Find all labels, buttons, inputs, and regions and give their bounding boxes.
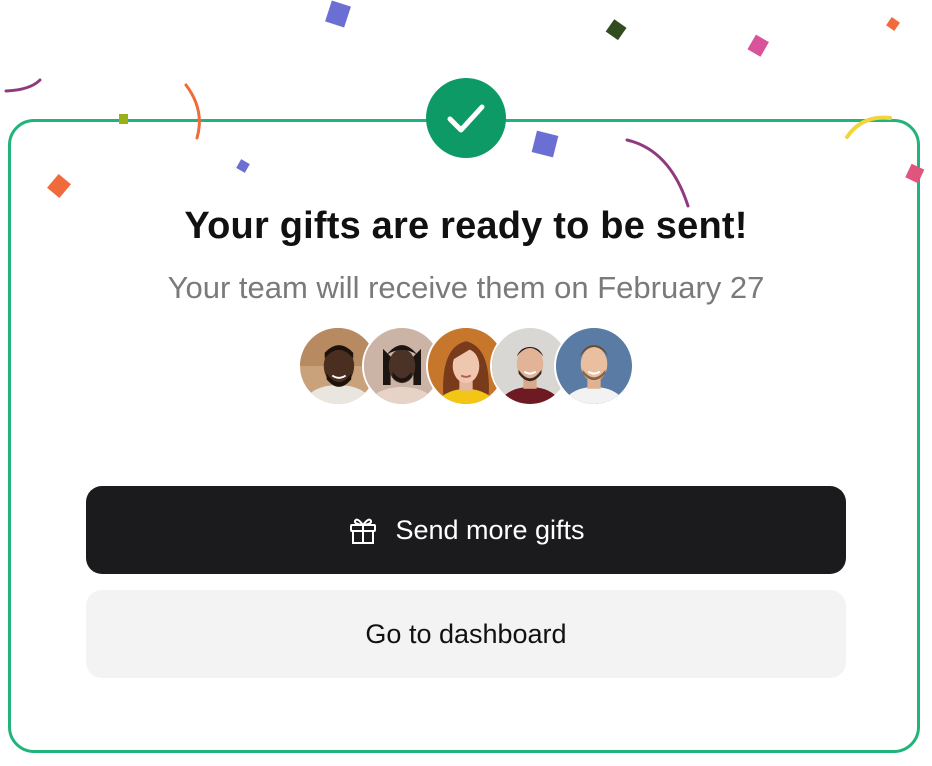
check-icon <box>447 104 485 133</box>
modal-subtitle: Your team will receive them on February … <box>167 270 765 305</box>
recipient-avatars <box>298 326 634 406</box>
send-more-gifts-button[interactable]: Send more gifts <box>86 486 846 574</box>
send-more-gifts-label: Send more gifts <box>395 514 585 545</box>
avatar <box>554 326 634 406</box>
success-badge <box>426 78 506 158</box>
go-to-dashboard-label: Go to dashboard <box>365 618 567 649</box>
gift-icon <box>347 514 379 546</box>
go-to-dashboard-button[interactable]: Go to dashboard <box>86 590 846 678</box>
modal-title: Your gifts are ready to be sent! <box>184 205 748 247</box>
